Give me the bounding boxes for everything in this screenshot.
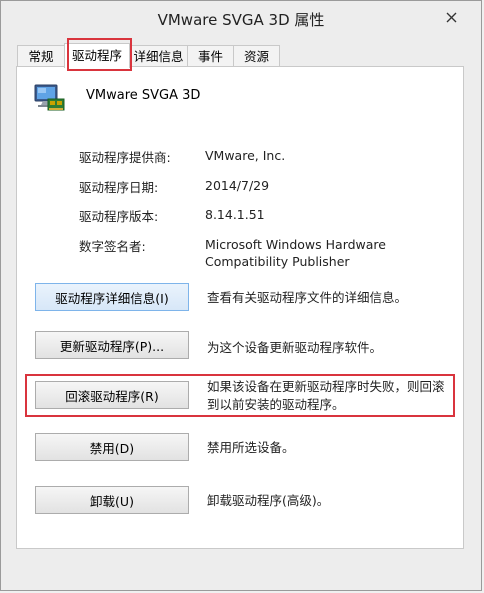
tab-events[interactable]: 事件 (187, 45, 234, 67)
rollback-driver-button[interactable]: 回滚驱动程序(R) (35, 381, 189, 409)
provider-value: VMware, Inc. (205, 148, 286, 163)
tab-driver[interactable]: 驱动程序 (64, 43, 130, 68)
rollback-driver-desc: 如果该设备在更新驱动程序时失败，则回滚到以前安装的驱动程序。 (207, 379, 445, 412)
display-adapter-icon (34, 84, 65, 111)
date-value: 2014/7/29 (205, 178, 270, 193)
provider-label: 驱动程序提供商: (79, 150, 171, 165)
tab-resources[interactable]: 资源 (233, 45, 280, 67)
update-driver-desc: 为这个设备更新驱动程序软件。 (207, 340, 383, 355)
tab-general[interactable]: 常规 (17, 45, 65, 67)
version-label: 驱动程序版本: (79, 209, 159, 224)
disable-device-desc: 禁用所选设备。 (207, 440, 295, 455)
signer-label: 数字签名者: (79, 239, 146, 254)
close-icon (446, 12, 456, 22)
title-bar: VMware SVGA 3D 属性 (1, 1, 481, 35)
signer-value: Microsoft Windows Hardware Compatibility… (205, 237, 386, 269)
close-button[interactable] (439, 7, 463, 27)
driver-details-button[interactable]: 驱动程序详细信息(I) (35, 283, 189, 311)
device-name: VMware SVGA 3D (86, 88, 201, 103)
version-value: 8.14.1.51 (205, 207, 265, 222)
update-driver-button[interactable]: 更新驱动程序(P)... (35, 331, 189, 359)
driver-details-desc: 查看有关驱动程序文件的详细信息。 (207, 290, 408, 305)
uninstall-driver-desc: 卸载驱动程序(高级)。 (207, 493, 330, 508)
date-label: 驱动程序日期: (79, 180, 159, 195)
window-title: VMware SVGA 3D 属性 (157, 11, 325, 29)
tab-details[interactable]: 详细信息 (129, 45, 188, 67)
disable-device-button[interactable]: 禁用(D) (35, 433, 189, 461)
uninstall-driver-button[interactable]: 卸载(U) (35, 486, 189, 514)
